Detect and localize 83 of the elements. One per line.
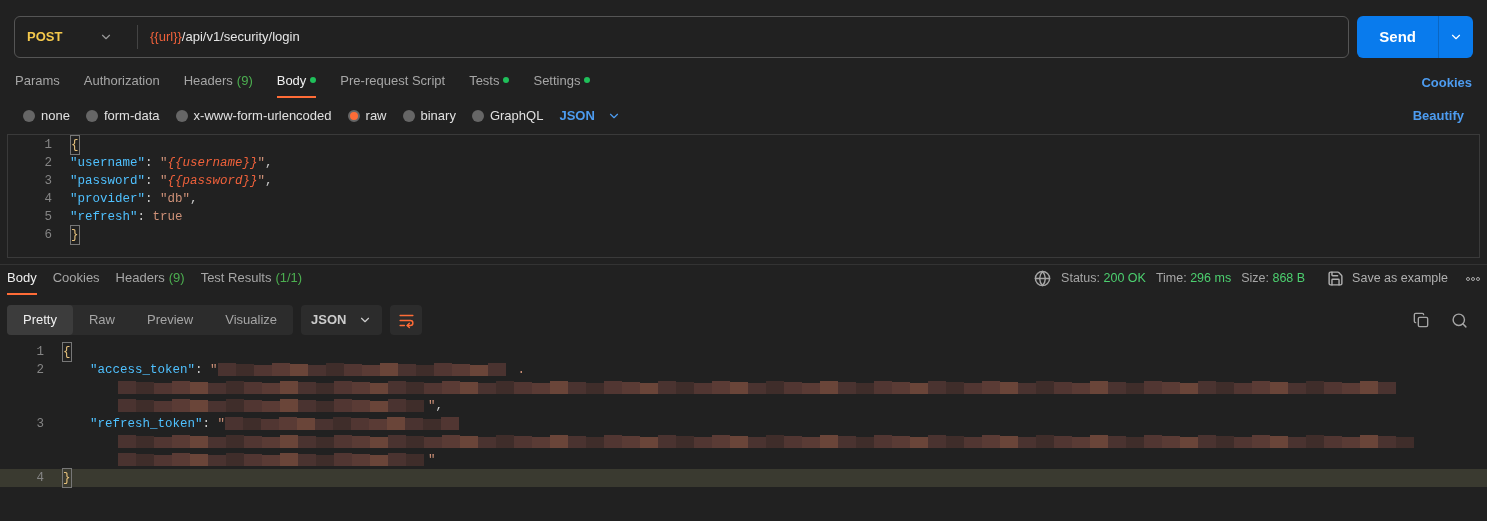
code-token: , [435, 397, 444, 415]
status-stat: Size: 868 B [1241, 270, 1306, 288]
request-tab[interactable]: Tests [469, 70, 510, 98]
line-number: 2 [35, 361, 44, 379]
line-number: 1 [35, 343, 44, 361]
code-token: , [265, 154, 273, 172]
code-token: true [152, 208, 183, 226]
globe-icon [1034, 270, 1052, 288]
code-token: " [160, 154, 168, 172]
line-number: 2 [43, 154, 52, 172]
code-token: "provider" [70, 190, 145, 208]
status-stat: Time: 296 ms [1155, 270, 1232, 288]
code-token: " [210, 361, 218, 379]
search-icon [1451, 311, 1468, 329]
url-text[interactable]: {{url}}/api/v1/security/login [150, 27, 300, 47]
code-token: : [195, 361, 204, 379]
view-mode-tab[interactable]: Preview [131, 305, 210, 335]
code-token: : [145, 172, 154, 190]
code-token: {{username}} [167, 154, 258, 172]
code-token: " [160, 172, 168, 190]
request-tab[interactable]: Headers (9) [183, 70, 253, 98]
code-token: " [257, 172, 266, 190]
code-token: " [257, 154, 266, 172]
line-number: 1 [43, 136, 52, 154]
more-icon[interactable] [1466, 276, 1480, 281]
copy-icon [1413, 311, 1429, 328]
code-token: {{password}} [167, 172, 258, 190]
request-tab[interactable]: Body [276, 70, 317, 98]
line-number: 4 [35, 469, 44, 487]
code-token: : [145, 190, 154, 208]
cookies-link[interactable]: Cookies [1421, 72, 1472, 98]
body-type-radio[interactable]: none [23, 106, 70, 126]
response-tab[interactable]: Headers (9) [115, 267, 185, 295]
code-token: { [70, 134, 80, 156]
code-token: " [217, 415, 226, 433]
body-type-radio[interactable]: x-www-form-urlencoded [175, 106, 332, 126]
line-number: 3 [35, 415, 44, 433]
code-token: " [428, 397, 436, 415]
body-type-radio[interactable]: raw [347, 106, 387, 126]
beautify-link[interactable]: Beautify [1412, 106, 1464, 126]
request-tab[interactable]: Authorization [83, 70, 160, 98]
code-token: , [190, 190, 198, 208]
status-stat: Status: 200 OK [1061, 270, 1146, 288]
code-token: "username" [70, 154, 145, 172]
code-token: : [145, 154, 154, 172]
request-tab[interactable]: Params [15, 70, 60, 98]
response-tab[interactable]: Cookies [52, 267, 100, 295]
code-token: } [62, 467, 72, 489]
wrap-lines-button[interactable] [390, 305, 423, 335]
save-example-button[interactable]: Save as example [1327, 269, 1448, 288]
send-button[interactable]: Send [1357, 16, 1439, 58]
code-token: . [517, 361, 526, 379]
response-tab[interactable]: Body [7, 267, 37, 295]
code-token: : [202, 415, 212, 433]
view-mode-tab[interactable]: Raw [72, 305, 131, 335]
response-tab[interactable]: Test Results (1/1) [200, 267, 303, 295]
request-tab[interactable]: Pre-request Script [340, 70, 446, 98]
code-token: "refresh_token" [90, 415, 203, 433]
line-number: 3 [43, 172, 52, 190]
view-mode-tab[interactable]: Pretty [7, 305, 73, 335]
code-token: : [137, 208, 147, 226]
body-type-radio[interactable]: binary [402, 106, 456, 126]
method-select[interactable]: POST [15, 27, 125, 47]
code-token: , [265, 172, 273, 190]
line-number: 6 [43, 226, 52, 244]
code-token: "refresh" [70, 208, 138, 226]
body-type-radio[interactable]: form-data [85, 106, 160, 126]
save-icon [1327, 270, 1345, 288]
code-token: } [70, 224, 80, 246]
view-mode-tab[interactable]: Visualize [209, 305, 294, 335]
format-select[interactable]: JSON [559, 106, 621, 126]
code-token: "access_token" [90, 361, 196, 379]
code-token: " [428, 451, 436, 469]
line-number: 4 [43, 190, 52, 208]
url-bar[interactable]: POST {{url}}/api/v1/security/login [14, 16, 1350, 58]
code-token: "password" [70, 172, 145, 190]
body-type-radio[interactable]: GraphQL [471, 106, 544, 126]
code-token: "db" [160, 190, 191, 208]
code-token: { [62, 341, 72, 363]
request-body-editor[interactable]: 1 { 2 "username": "{{username}}", 3 "password": "{{password}}", 4 "provider": "db", 5 "refresh": true 6 } [7, 134, 1480, 258]
response-format-select[interactable]: JSON [301, 305, 383, 335]
line-number: 5 [43, 208, 52, 226]
request-tab[interactable]: Settings [533, 70, 591, 98]
